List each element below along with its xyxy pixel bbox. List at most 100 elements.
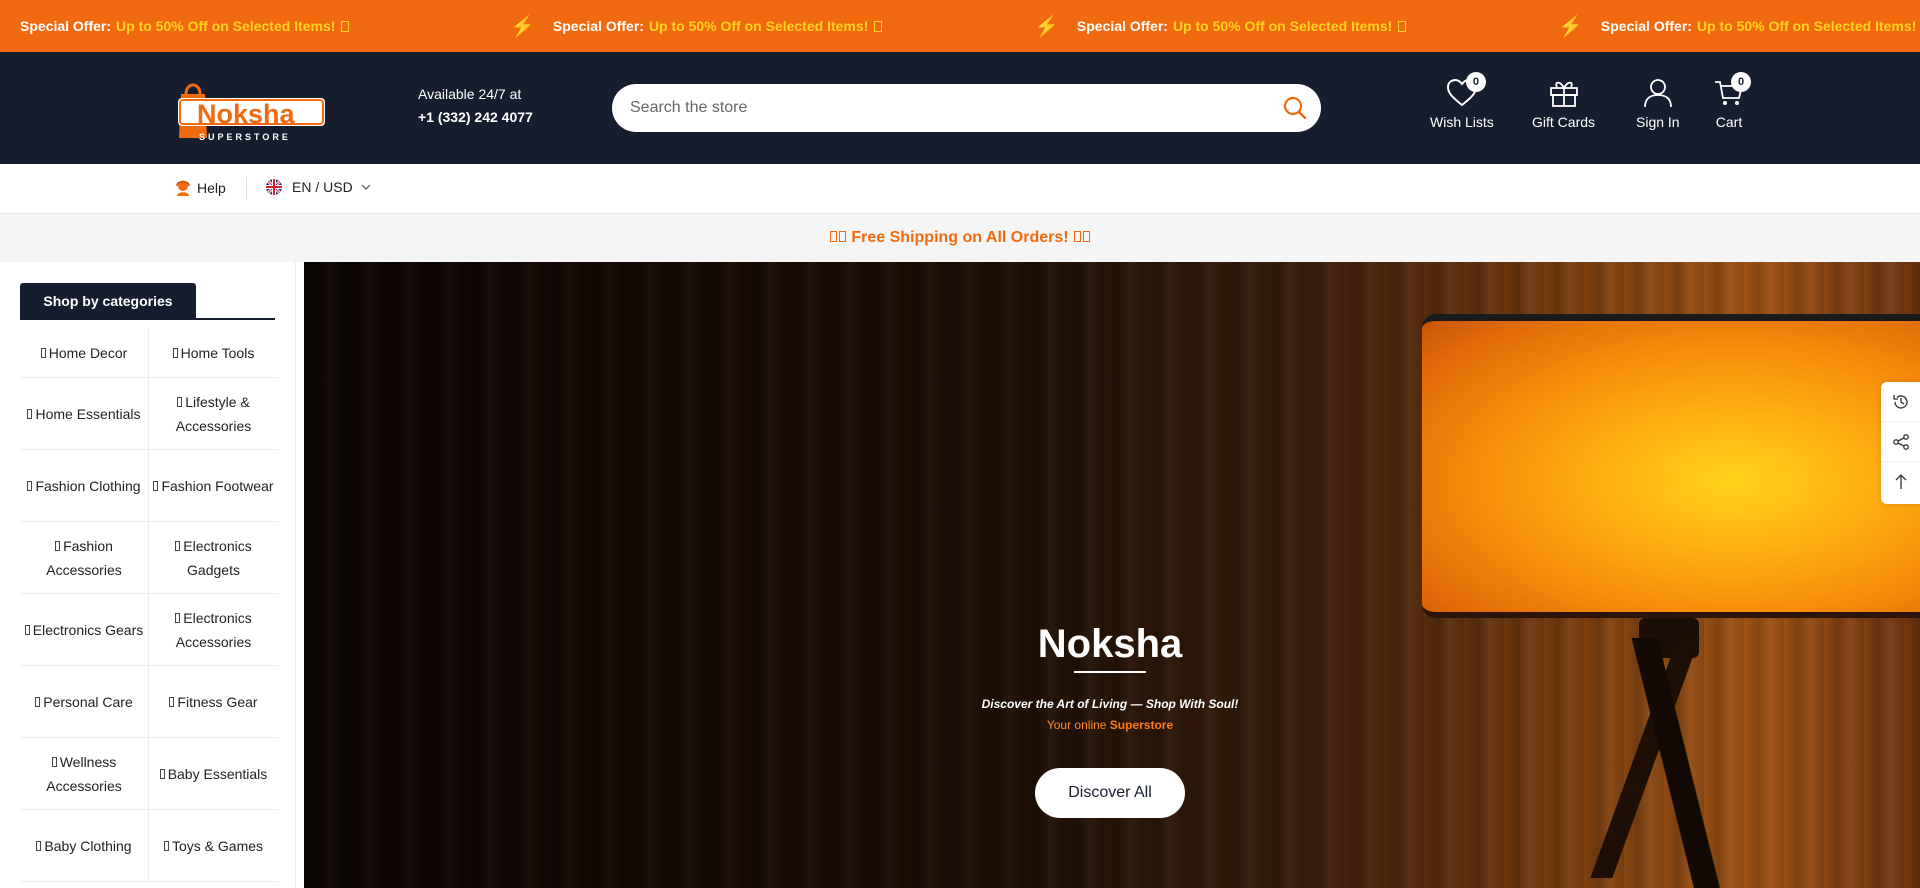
gift-icon — [1549, 81, 1578, 107]
lightning-icon: ⚡ — [510, 15, 535, 38]
back-to-top-button[interactable] — [1881, 462, 1920, 502]
logo-text: Noksha — [197, 99, 295, 129]
categories-tab[interactable]: Shop by categories — [20, 283, 196, 320]
hero-banner: Noksha Discover the Art of Living — Shop… — [304, 262, 1920, 888]
category-label: Home Tools — [180, 344, 255, 361]
category-placeholder-icon — [172, 347, 178, 358]
wishlist-button[interactable]: 0 Wish Lists — [1430, 72, 1494, 130]
announcement-text: Up to 50% Off on Selected Items! — [1696, 18, 1917, 34]
lamp-shade-image — [1422, 314, 1920, 618]
category-item[interactable]: Electronics Accessories — [149, 594, 278, 666]
category-placeholder-icon — [24, 624, 30, 635]
category-item[interactable]: Fashion Footwear — [149, 450, 278, 522]
wishlist-count-badge: 0 — [1465, 72, 1486, 92]
category-label: Baby Essentials — [167, 765, 268, 782]
announcement-label: Special Offer: — [1600, 18, 1692, 34]
language-currency-label: EN / USD — [292, 179, 353, 195]
emoji-placeholder-icon — [829, 231, 837, 242]
category-placeholder-icon — [175, 612, 181, 623]
category-placeholder-icon — [153, 480, 159, 491]
category-item[interactable]: Fashion Clothing — [20, 450, 149, 522]
contact-availability: Available 24/7 at — [418, 86, 522, 102]
announcement-label: Special Offer: — [1076, 18, 1168, 34]
category-item[interactable]: Baby Clothing — [20, 810, 149, 882]
hero-subtitle-prefix: Your online — [1046, 718, 1107, 732]
floating-toolbar — [1881, 382, 1920, 504]
share-button[interactable] — [1881, 422, 1920, 462]
category-placeholder-icon — [27, 480, 33, 491]
signin-label: Sign In — [1636, 114, 1680, 130]
arrow-up-icon — [1895, 474, 1906, 489]
emoji-placeholder-icon — [1074, 231, 1082, 242]
category-placeholder-icon — [27, 408, 33, 419]
category-label: Fashion Clothing — [35, 477, 141, 494]
category-label: Home Decor — [48, 344, 128, 361]
search-icon[interactable] — [1283, 96, 1307, 120]
category-item[interactable]: Lifestyle & Accessories — [149, 378, 278, 450]
announcement-text: Up to 50% Off on Selected Items! — [648, 18, 869, 34]
language-currency-selector[interactable]: EN / USD — [266, 179, 371, 195]
category-label: Lifestyle & Accessories — [175, 393, 252, 434]
announcement-label: Special Offer: — [20, 18, 112, 34]
emoji-placeholder-icon — [1398, 20, 1407, 32]
search-input[interactable] — [630, 84, 1250, 132]
discover-all-button[interactable]: Discover All — [1035, 768, 1185, 818]
category-placeholder-icon — [40, 347, 46, 358]
category-item[interactable]: Home Essentials — [20, 378, 149, 450]
category-placeholder-icon — [169, 696, 175, 707]
help-link[interactable]: Help — [175, 179, 226, 197]
recently-viewed-button[interactable] — [1881, 382, 1920, 422]
emoji-placeholder-icon — [838, 231, 846, 242]
category-item[interactable]: Baby Essentials — [149, 738, 278, 810]
hero-title: Noksha — [1037, 622, 1183, 666]
cart-button[interactable]: 0 Cart — [1713, 72, 1751, 130]
hero-subtitle-highlight: Superstore — [1109, 718, 1174, 732]
announcement-text: Up to 50% Off on Selected Items! — [1172, 18, 1393, 34]
category-item[interactable]: Fitness Gear — [149, 666, 278, 738]
category-item[interactable]: Electronics Gadgets — [149, 522, 278, 594]
hero-subtitle: Your online Superstore — [950, 718, 1270, 732]
announcement-text: Up to 50% Off on Selected Items! — [116, 18, 336, 34]
giftcards-label: Gift Cards — [1532, 114, 1596, 130]
lightning-icon: ⚡ — [1034, 15, 1059, 38]
divider — [246, 178, 247, 200]
divider — [20, 318, 275, 320]
hero-content: Noksha Discover the Art of Living — Shop… — [950, 622, 1270, 818]
help-label: Help — [197, 180, 226, 196]
category-label: Wellness Accessories — [46, 753, 122, 794]
contact-phone[interactable]: +1 (332) 242 4077 — [418, 109, 533, 125]
announcement-label: Special Offer: — [552, 18, 644, 34]
category-item[interactable]: Fashion Accessories — [20, 522, 149, 594]
store-logo[interactable]: Noksha SUPERSTORE — [175, 72, 325, 144]
category-item[interactable]: Wellness Accessories — [20, 738, 149, 810]
signin-button[interactable]: Sign In — [1636, 78, 1680, 130]
category-placeholder-icon — [51, 756, 57, 767]
hero-divider — [1074, 671, 1146, 673]
category-item[interactable]: Electronics Gears — [20, 594, 149, 666]
support-agent-icon — [176, 180, 190, 196]
announcement-item: ⚡ Special Offer: Up to 50% Off on Select… — [1034, 0, 1407, 52]
wishlist-label: Wish Lists — [1430, 114, 1494, 130]
lightning-icon: ⚡ — [1558, 15, 1583, 38]
category-sidebar: Shop by categories Home Decor Home Tools H… — [0, 262, 296, 888]
search-bar — [612, 84, 1321, 132]
category-item[interactable]: Personal Care — [20, 666, 149, 738]
history-icon — [1892, 394, 1908, 409]
emoji-placeholder-icon — [1083, 231, 1091, 242]
free-shipping-text: Free Shipping on All Orders! — [851, 229, 1069, 246]
category-label: Fashion Footwear — [161, 477, 274, 494]
share-icon — [1892, 433, 1909, 450]
category-item[interactable]: Toys & Games — [149, 810, 278, 882]
hero-tagline: Discover the Art of Living — Shop With S… — [981, 697, 1239, 711]
category-label: Fitness Gear — [177, 693, 258, 710]
uk-flag-icon — [266, 179, 282, 195]
category-placeholder-icon — [159, 768, 165, 779]
cart-count-badge: 0 — [1731, 72, 1751, 92]
category-item[interactable]: Home Decor — [20, 328, 149, 378]
category-item[interactable]: Home Tools — [149, 328, 278, 378]
user-icon — [1643, 79, 1672, 108]
logo-subtext: SUPERSTORE — [199, 132, 291, 142]
category-label: Home Essentials — [35, 405, 141, 422]
giftcards-button[interactable]: Gift Cards — [1532, 78, 1595, 130]
category-label: Personal Care — [43, 693, 133, 710]
